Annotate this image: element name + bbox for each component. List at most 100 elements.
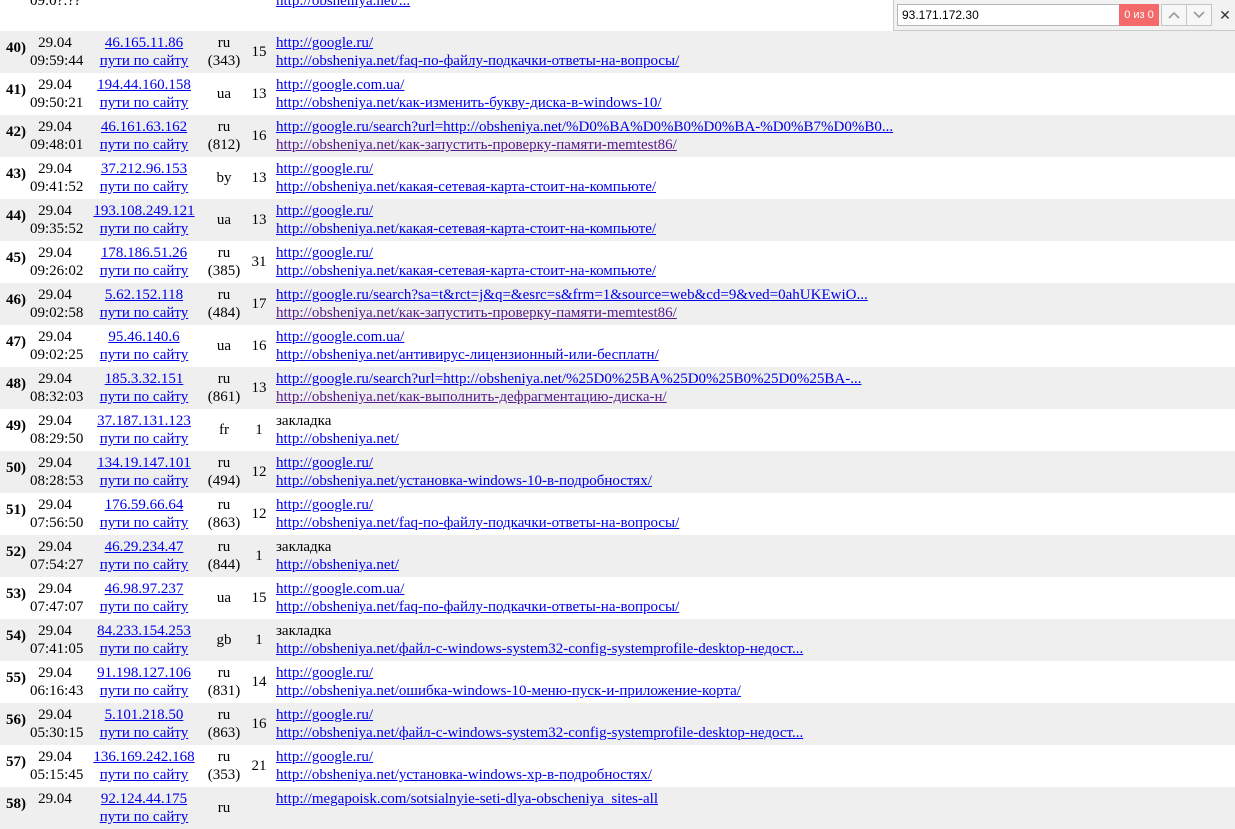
site-paths-link[interactable]: пути по сайту xyxy=(92,472,196,490)
ip-link[interactable]: 134.19.147.101 xyxy=(92,454,196,472)
ip-link[interactable]: 46.29.234.47 xyxy=(92,538,196,556)
site-paths-link[interactable]: пути по сайту xyxy=(92,724,196,742)
site-paths-link[interactable]: пути по сайту xyxy=(92,262,196,280)
ip-link[interactable]: 95.46.140.6 xyxy=(92,328,196,346)
site-paths-link[interactable]: пути по сайту xyxy=(92,52,196,70)
ip-link[interactable]: 178.186.51.26 xyxy=(92,244,196,262)
landing-page-link[interactable]: http://obsheniya.net/файл-c-windows-syst… xyxy=(276,640,803,658)
site-paths-link[interactable]: пути по сайту xyxy=(92,388,196,406)
site-paths-link[interactable]: пути по сайту xyxy=(92,430,196,448)
visit-time: 07:47:07 xyxy=(30,599,84,615)
landing-page-link[interactable]: http://obsheniya.net/faq-по-файлу-подкач… xyxy=(276,598,679,616)
site-paths-link[interactable]: пути по сайту xyxy=(92,640,196,658)
visit-datetime: 29.04 xyxy=(30,790,80,808)
landing-page-link[interactable]: http://obsheniya.net/ошибка-windows-10-м… xyxy=(276,682,741,700)
referrer-link[interactable]: http://google.ru/ xyxy=(276,496,679,514)
landing-page-link[interactable]: http://obsheniya.net/какая-сетевая-карта… xyxy=(276,178,656,196)
visit-time: 08:29:50 xyxy=(30,431,84,447)
visit-date: 29.04 xyxy=(38,581,72,597)
landing-page-link[interactable]: http://obsheniya.net/faq-по-файлу-подкач… xyxy=(276,52,679,70)
landing-page-link[interactable]: http://obsheniya.net/ xyxy=(276,430,399,448)
pages-viewed: 17 xyxy=(251,296,267,312)
landing-page-link[interactable]: http://obsheniya.net/ xyxy=(276,556,399,574)
site-paths-link[interactable]: пути по сайту xyxy=(92,556,196,574)
country-code: ru xyxy=(217,665,231,681)
referrer-link[interactable]: http://google.com.ua/ xyxy=(276,580,679,598)
referrer-link[interactable]: http://google.ru/ xyxy=(276,160,656,178)
table-row: 48) 29.04 08:32:03 185.3.32.151 пути по сайт… xyxy=(0,367,1235,409)
ip-link[interactable]: 5.62.152.118 xyxy=(92,286,196,304)
pages-viewed: 15 xyxy=(251,44,267,60)
country-code: ua xyxy=(216,86,232,102)
site-paths-link[interactable]: пути по сайту xyxy=(92,808,196,826)
ip-link[interactable]: 193.108.249.121 xyxy=(92,202,196,220)
landing-page-link[interactable]: http://obsheniya.net/как-изменить-букву-… xyxy=(276,94,662,112)
pages-viewed: 12 xyxy=(251,464,267,480)
country-code: ru xyxy=(217,497,231,513)
ip-link[interactable]: 5.101.218.50 xyxy=(92,706,196,724)
site-paths-link[interactable]: пути по сайту xyxy=(92,136,196,154)
country: ua xyxy=(204,85,244,103)
landing-page-link[interactable]: http://obsheniya.net/установка-windows-x… xyxy=(276,766,652,784)
landing-page-link[interactable]: http://obsheniya.net/faq-по-файлу-подкач… xyxy=(276,514,679,532)
referrer-link[interactable]: http://google.ru/ xyxy=(276,748,652,766)
referrer-link[interactable]: http://google.ru/search?url=http://obshe… xyxy=(276,370,861,388)
site-paths-link[interactable]: пути по сайту xyxy=(92,346,196,364)
visit-datetime: 29.04 09:35:52 xyxy=(30,202,83,238)
pages-viewed: 1 xyxy=(255,632,263,648)
find-bar: 0 из 0 ✕ xyxy=(893,0,1235,31)
referrer-link[interactable]: http://megapoisk.com/sotsialnyie-seti-dl… xyxy=(276,790,658,808)
ip-link[interactable]: 91.198.127.106 xyxy=(92,664,196,682)
referrer-link[interactable]: http://google.com.ua/ xyxy=(276,328,659,346)
visit-time: 08:28:53 xyxy=(30,473,84,489)
referrer-link[interactable]: http://google.ru/ xyxy=(276,706,803,724)
find-previous-button[interactable] xyxy=(1161,4,1187,26)
ip-link[interactable]: 92.124.44.175 xyxy=(92,790,196,808)
row-number: 48) xyxy=(6,376,26,392)
pages-viewed: 16 xyxy=(251,128,267,144)
landing-page-link[interactable]: http://obsheniya.net/какая-сетевая-карта… xyxy=(276,220,656,238)
ip-link[interactable]: 37.212.96.153 xyxy=(92,160,196,178)
landing-page-link[interactable]: http://obsheniya.net/антивирус-лицензион… xyxy=(276,346,659,364)
landing-page-link[interactable]: http://obsheniya.net/как-запустить-прове… xyxy=(276,304,868,322)
referrer-link[interactable]: http://google.ru/ xyxy=(276,202,656,220)
ip-link[interactable]: 46.98.97.237 xyxy=(92,580,196,598)
visit-time: 09:50:21 xyxy=(30,95,84,111)
ip-link[interactable]: 136.169.242.168 xyxy=(92,748,196,766)
ip-link[interactable]: 84.233.154.253 xyxy=(92,622,196,640)
landing-page-link[interactable]: http://obsheniya.net/установка-windows-1… xyxy=(276,472,652,490)
site-paths-link[interactable]: пути по сайту xyxy=(92,178,196,196)
site-paths-link[interactable]: пути по сайту xyxy=(92,304,196,322)
ip-link[interactable]: 46.161.63.162 xyxy=(92,118,196,136)
row-number: 55) xyxy=(6,670,26,686)
ip-link[interactable]: 176.59.66.64 xyxy=(92,496,196,514)
table-row: 51) 29.04 07:56:50 176.59.66.64 пути по сайт… xyxy=(0,493,1235,535)
close-find-button[interactable]: ✕ xyxy=(1216,5,1234,25)
find-input[interactable] xyxy=(897,4,1119,26)
landing-page-link[interactable]: http://obsheniya.net/как-выполнить-дефра… xyxy=(276,388,861,406)
landing-page-link[interactable]: http://obsheniya.net/файл-c-windows-syst… xyxy=(276,724,803,742)
find-next-button[interactable] xyxy=(1186,4,1212,26)
landing-page-link[interactable]: http://obsheniya.net/... xyxy=(276,0,410,10)
referrer-link[interactable]: http://google.com.ua/ xyxy=(276,76,662,94)
site-paths-link[interactable]: пути по сайту xyxy=(92,514,196,532)
referrer-link[interactable]: http://google.ru/ xyxy=(276,454,652,472)
ip-link[interactable]: 185.3.32.151 xyxy=(92,370,196,388)
site-paths-link[interactable]: пути по сайту xyxy=(92,682,196,700)
referrer-link[interactable]: http://google.ru/ xyxy=(276,244,656,262)
ip-link[interactable]: 46.165.11.86 xyxy=(92,34,196,52)
pages-viewed: 21 xyxy=(251,758,267,774)
site-paths-link[interactable]: пути по сайту xyxy=(92,94,196,112)
referrer-link[interactable]: http://google.ru/ xyxy=(276,664,741,682)
referrer-link[interactable]: http://google.ru/search?sa=t&rct=j&q=&es… xyxy=(276,286,868,304)
landing-page-link[interactable]: http://obsheniya.net/какая-сетевая-карта… xyxy=(276,262,656,280)
site-paths-link[interactable]: пути по сайту xyxy=(92,220,196,238)
pages-viewed: 13 xyxy=(251,170,267,186)
referrer-link[interactable]: http://google.ru/ xyxy=(276,34,679,52)
referrer-link[interactable]: http://google.ru/search?url=http://obshe… xyxy=(276,118,893,136)
site-paths-link[interactable]: пути по сайту xyxy=(92,598,196,616)
ip-link[interactable]: 194.44.160.158 xyxy=(92,76,196,94)
ip-link[interactable]: 37.187.131.123 xyxy=(92,412,196,430)
landing-page-link[interactable]: http://obsheniya.net/как-запустить-прове… xyxy=(276,136,893,154)
site-paths-link[interactable]: пути по сайту xyxy=(92,766,196,784)
